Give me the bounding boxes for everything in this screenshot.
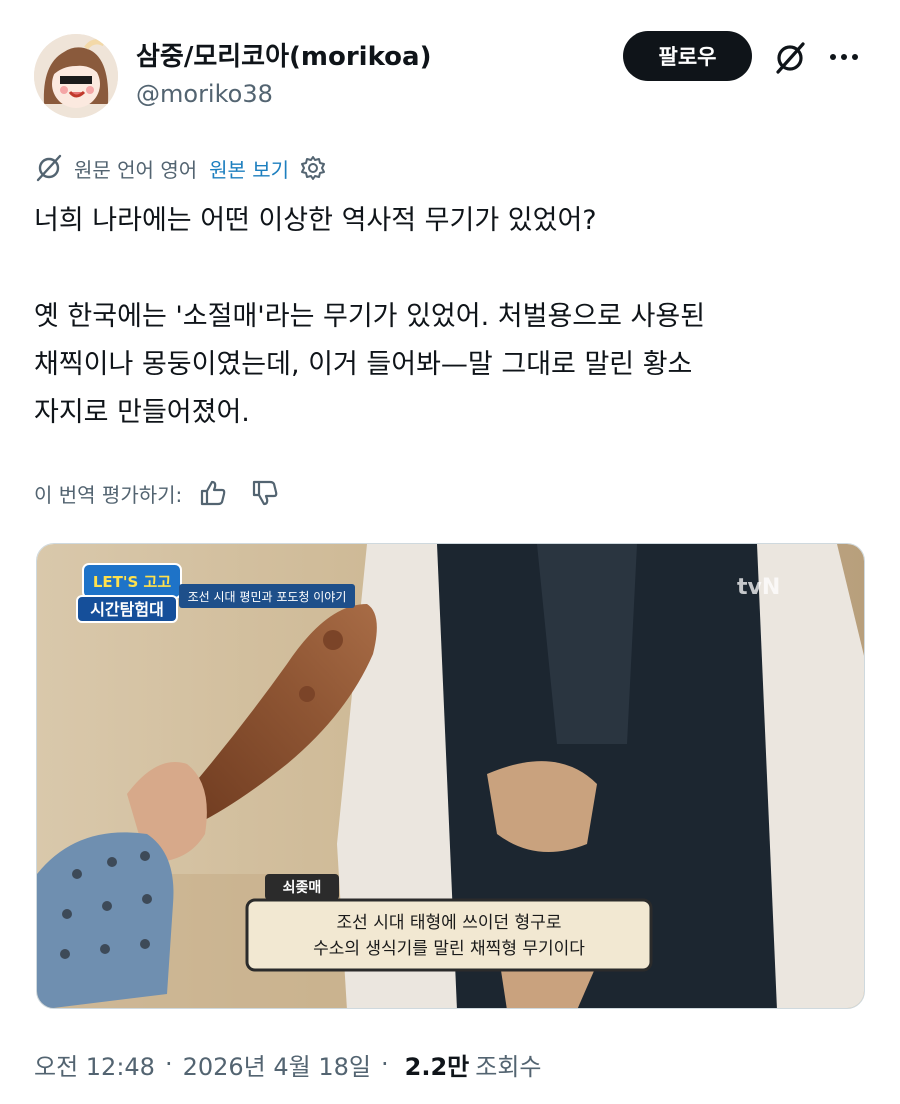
translation-rating: 이 번역 평가하기:	[34, 474, 280, 512]
more-dots-icon[interactable]	[826, 45, 862, 69]
tweet-media-image[interactable]: LET'S 고고 시간탐험대 조선 시대 평민과 포도청 이야기 tvN 쇠좆매…	[36, 543, 865, 1009]
tweet-text-line: 채찍이나 몽둥이였는데, 이거 들어봐—말 그대로 말린 황소	[34, 349, 693, 380]
author-handle[interactable]: @moriko38	[136, 80, 273, 108]
author-display-name[interactable]: 삼중/모리코아(morikoa)	[136, 36, 431, 73]
tweet-text: 너희 나라에는 어떤 이상한 역사적 무기가 있었어? 옛 한국에는 '소절매'…	[34, 197, 874, 437]
thumbs-up-icon[interactable]	[198, 478, 228, 508]
separator: ·	[164, 1050, 173, 1078]
tweet-meta: 오전 12:48 · 2026년 4월 18일 · 2.2만 조회수	[34, 1042, 541, 1086]
caption-line: 조선 시대 태형에 쓰이던 형구로	[337, 913, 562, 933]
tweet-text-line: 너희 나라에는 어떤 이상한 역사적 무기가 있었어?	[34, 205, 597, 236]
show-original-link[interactable]: 원본 보기	[209, 154, 289, 183]
video-still-illustration: LET'S 고고 시간탐험대 조선 시대 평민과 포도청 이야기 tvN 쇠좆매…	[37, 544, 864, 1008]
show-logo-title: LET'S 고고	[93, 573, 171, 591]
tweet-time[interactable]: 오전 12:48	[34, 1047, 155, 1082]
caption-title: 쇠좆매	[283, 880, 322, 896]
source-language-text: 원문 언어 영어	[74, 157, 198, 182]
views-count: 2.2만	[404, 1052, 470, 1081]
tweet-text-line: 자지로 만들어졌어.	[34, 397, 250, 428]
rating-label: 이 번역 평가하기:	[34, 482, 183, 507]
avatar-illustration	[34, 34, 118, 118]
tweet-header: 삼중/모리코아(morikoa) @moriko38 팔로우	[0, 0, 900, 140]
separator: ·	[380, 1050, 389, 1078]
grok-slash-icon[interactable]	[772, 40, 808, 76]
tweet-text-line: 옛 한국에는 '소절매'라는 무기가 있었어. 처벌용으로 사용된	[34, 301, 706, 332]
thumbs-down-icon[interactable]	[250, 478, 280, 508]
follow-button[interactable]: 팔로우	[623, 31, 752, 81]
gear-icon[interactable]	[299, 154, 327, 182]
tweet-date[interactable]: 2026년 4월 18일	[183, 1047, 371, 1082]
caption-line: 수소의 생식기를 말린 채찍형 무기이다	[313, 939, 585, 959]
show-logo-subtitle: 시간탐험대	[90, 600, 164, 619]
channel-watermark: tvN	[737, 575, 780, 600]
translate-icon	[36, 154, 62, 182]
translation-notice: 원문 언어 영어 원본 보기	[34, 151, 327, 185]
views-label: 조회수	[475, 1052, 542, 1081]
episode-banner: 조선 시대 평민과 포도청 이야기	[188, 590, 347, 604]
avatar[interactable]	[34, 34, 118, 118]
